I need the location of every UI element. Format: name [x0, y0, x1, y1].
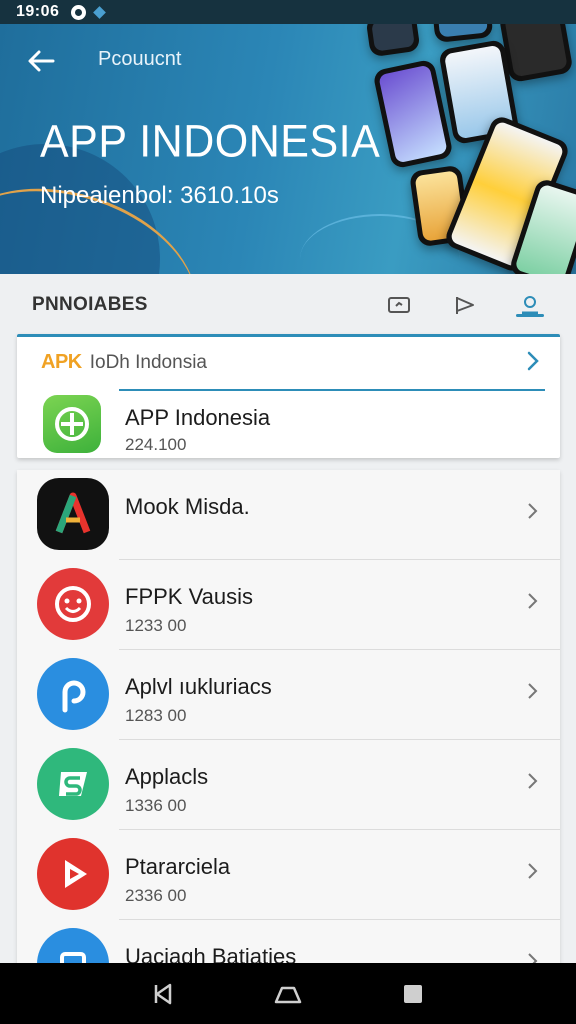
section-tabs: PNNOIABES — [0, 274, 576, 336]
tab-flag[interactable] — [450, 292, 480, 318]
featured-header: APK IoDh Indonsia — [41, 351, 207, 374]
app-list: Mook Misda. FPPK Vausis 1233 00 Aplvl ıu… — [17, 470, 560, 970]
chevron-right-icon — [524, 860, 540, 887]
app-name: Mook Misda. — [125, 494, 250, 519]
app-count: 1233 00 — [125, 616, 187, 635]
app-indonesia-icon — [43, 395, 101, 453]
apk-logo: APK — [41, 351, 82, 373]
system-nav-bar — [0, 963, 576, 1024]
app-name: Aplvl ıukluriacs — [125, 674, 272, 699]
hero-label: Pcouucnt — [98, 48, 182, 70]
featured-app-name: APP Indonesia — [125, 405, 271, 430]
list-item[interactable]: Ptararciela 2336 00 — [17, 830, 560, 920]
home-icon — [274, 986, 302, 1003]
app-name: Ptararciela — [125, 854, 231, 879]
chevron-right-icon — [524, 770, 540, 797]
section-title: PNNOIABES — [32, 294, 148, 315]
app-count: 1283 00 — [125, 706, 187, 725]
notification-icon — [71, 4, 87, 20]
status-time: 19:06 — [16, 3, 60, 20]
page-title: APP INDONESIA — [40, 116, 381, 168]
smiley-icon — [37, 568, 109, 640]
nav-home-button[interactable] — [268, 974, 308, 1014]
list-item[interactable]: Applacls 1336 00 — [17, 740, 560, 830]
hero-subtitle: Nipeaienbol: 3610.10s — [40, 182, 279, 209]
user-icon — [522, 296, 538, 315]
s-logo-icon — [37, 748, 109, 820]
featured-more-button[interactable] — [524, 349, 542, 378]
chevron-right-icon — [524, 680, 540, 707]
signal-icon — [93, 5, 107, 19]
featured-card[interactable]: APK IoDh Indonsia APP Indonesia 224.100 — [17, 334, 560, 458]
active-tab-indicator — [516, 314, 544, 317]
status-bar: 19:06 — [0, 0, 576, 24]
p-logo-icon — [37, 658, 109, 730]
tab-messages[interactable] — [384, 292, 414, 318]
back-button[interactable] — [26, 46, 56, 76]
app-count: 2336 00 — [125, 886, 187, 905]
list-item[interactable]: Aplvl ıukluriacs 1283 00 — [17, 650, 560, 740]
triangle-back-icon — [154, 983, 171, 1004]
arrow-left-icon — [28, 50, 55, 72]
square-recents-icon — [404, 984, 423, 1003]
nav-recents-button[interactable] — [393, 974, 433, 1014]
chevron-right-icon — [524, 590, 540, 617]
list-item[interactable]: Mook Misda. — [17, 470, 560, 560]
phone-mockups-illustration — [365, 24, 576, 274]
a-logo-icon — [37, 478, 109, 550]
chevron-right-icon — [527, 351, 539, 371]
nav-back-button[interactable] — [143, 974, 183, 1014]
list-item[interactable]: FPPK Vausis 1233 00 — [17, 560, 560, 650]
play-icon — [37, 838, 109, 910]
flag-icon — [456, 297, 474, 314]
featured-app-count: 224.100 — [125, 435, 187, 454]
chevron-right-icon — [524, 500, 540, 527]
app-count: 1336 00 — [125, 796, 187, 815]
message-icon — [388, 297, 410, 313]
app-name: Applacls — [125, 764, 209, 789]
featured-header-text: IoDh Indonsia — [89, 351, 207, 373]
hero-banner: Pcouucnt APP INDONESIA Nipeaienbol: 3610… — [0, 24, 576, 274]
divider — [119, 389, 545, 391]
app-name: FPPK Vausis — [125, 584, 253, 609]
